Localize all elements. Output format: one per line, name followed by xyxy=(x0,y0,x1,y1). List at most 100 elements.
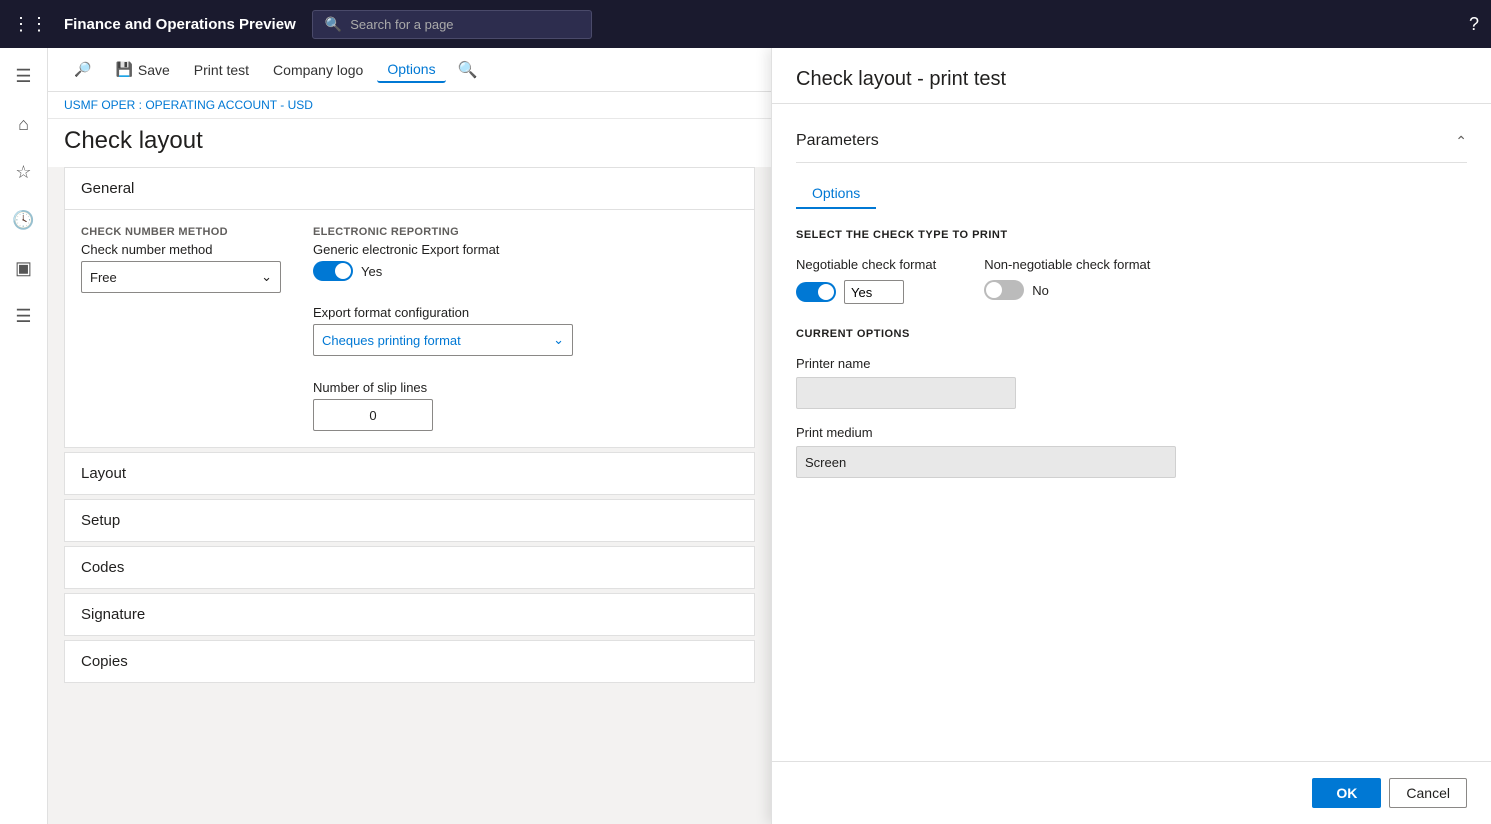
cancel-button[interactable]: Cancel xyxy=(1389,778,1467,808)
general-section-label: General xyxy=(81,180,134,197)
generic-export-label: Generic electronic Export format xyxy=(313,242,573,257)
negotiable-toggle[interactable] xyxy=(796,282,836,302)
generic-export-toggle-row: Yes xyxy=(313,261,573,281)
save-label: Save xyxy=(138,62,170,78)
print-medium-label: Print medium xyxy=(796,425,1467,440)
print-medium-value: Screen xyxy=(796,446,1176,478)
export-format-value: Cheques printing format xyxy=(322,333,461,348)
setup-section: Setup xyxy=(64,499,755,542)
generic-export-toggle[interactable] xyxy=(313,261,353,281)
signature-section-label: Signature xyxy=(81,606,145,623)
non-negotiable-toggle-row: No xyxy=(984,280,1150,300)
check-number-value: Free xyxy=(90,270,117,285)
signature-section-header[interactable]: Signature xyxy=(65,594,754,635)
printer-name-label: Printer name xyxy=(796,356,1467,371)
generic-export-toggle-label: Yes xyxy=(361,264,382,279)
filter-button[interactable]: 🔎 xyxy=(64,57,101,82)
dropdown-arrow-icon: ⌄ xyxy=(261,269,272,285)
check-number-method-label: CHECK NUMBER METHOD xyxy=(81,226,281,238)
non-negotiable-toggle-knob xyxy=(986,282,1002,298)
signature-section: Signature xyxy=(64,593,755,636)
breadcrumb: USMF OPER : OPERATING ACCOUNT - USD xyxy=(48,92,771,119)
negotiable-toggle-row xyxy=(796,280,936,304)
electronic-reporting-group: ELECTRONIC REPORTING Generic electronic … xyxy=(313,226,573,281)
page-title-area: Check layout xyxy=(48,119,771,167)
layout-section-label: Layout xyxy=(81,465,126,482)
negotiable-value-input[interactable] xyxy=(844,280,904,304)
company-logo-button[interactable]: Company logo xyxy=(263,58,373,82)
sidebar-recent-icon[interactable]: 🕓 xyxy=(4,200,44,240)
search-placeholder: Search for a page xyxy=(350,17,453,32)
select-check-type-title: SELECT THE CHECK TYPE TO PRINT xyxy=(796,229,1467,241)
sidebar-modules-icon[interactable]: ☰ xyxy=(4,296,44,336)
ok-button[interactable]: OK xyxy=(1312,778,1381,808)
panel-title: Check layout - print test xyxy=(796,68,1467,91)
filter-icon: 🔎 xyxy=(74,61,91,78)
codes-section-label: Codes xyxy=(81,559,124,576)
params-chevron-icon: ⌃ xyxy=(1455,133,1467,150)
general-section-header[interactable]: General xyxy=(65,168,754,209)
help-icon[interactable]: ? xyxy=(1469,14,1479,35)
printer-name-field: Printer name xyxy=(796,356,1467,409)
check-number-column: CHECK NUMBER METHOD Check number method … xyxy=(81,226,281,431)
negotiable-toggle-knob xyxy=(818,284,834,300)
check-type-row: Negotiable check format Non-negotiable c… xyxy=(796,257,1467,304)
options-button[interactable]: Options xyxy=(377,57,445,83)
toggle-knob xyxy=(335,263,351,279)
app-title: Finance and Operations Preview xyxy=(64,16,296,33)
codes-section: Codes xyxy=(64,546,755,589)
print-medium-field: Print medium Screen xyxy=(796,425,1467,478)
sidebar: ☰ ⌂ ☆ 🕓 ▣ ☰ xyxy=(0,48,48,824)
general-section: General CHECK NUMBER METHOD Check number… xyxy=(64,167,755,448)
options-label: Options xyxy=(387,61,435,77)
form-area[interactable]: General CHECK NUMBER METHOD Check number… xyxy=(48,167,771,824)
non-negotiable-col: Non-negotiable check format No xyxy=(984,257,1150,304)
negotiable-label: Negotiable check format xyxy=(796,257,936,272)
save-icon: 💾 xyxy=(115,61,132,78)
copies-section: Copies xyxy=(64,640,755,683)
top-bar: ⋮⋮ Finance and Operations Preview 🔍 Sear… xyxy=(0,0,1491,48)
print-test-button[interactable]: Print test xyxy=(184,58,259,82)
non-negotiable-toggle[interactable] xyxy=(984,280,1024,300)
setup-section-header[interactable]: Setup xyxy=(65,500,754,541)
page-title: Check layout xyxy=(64,127,755,155)
main-area: ☰ ⌂ ☆ 🕓 ▣ ☰ 🔎 💾 Save Print test Company … xyxy=(0,48,1491,824)
toolbar: 🔎 💾 Save Print test Company logo Options… xyxy=(48,48,771,92)
export-format-arrow-icon: ⌄ xyxy=(553,332,564,348)
copies-section-label: Copies xyxy=(81,653,128,670)
save-button[interactable]: 💾 Save xyxy=(105,57,179,82)
setup-section-label: Setup xyxy=(81,512,120,529)
params-header[interactable]: Parameters ⌃ xyxy=(796,120,1467,163)
sidebar-workspaces-icon[interactable]: ▣ xyxy=(4,248,44,288)
print-test-label: Print test xyxy=(194,62,249,78)
panel-header: Check layout - print test xyxy=(772,48,1491,104)
electronic-reporting-label: ELECTRONIC REPORTING xyxy=(313,226,573,238)
toolbar-search-icon[interactable]: 🔍 xyxy=(458,60,478,80)
non-negotiable-value: No xyxy=(1032,283,1049,298)
overlay-panel: Check layout - print test Parameters ⌃ O… xyxy=(771,48,1491,824)
grid-icon[interactable]: ⋮⋮ xyxy=(12,14,48,35)
export-format-select[interactable]: Cheques printing format ⌄ xyxy=(313,324,573,356)
electronic-reporting-column: ELECTRONIC REPORTING Generic electronic … xyxy=(313,226,573,431)
search-box[interactable]: 🔍 Search for a page xyxy=(312,10,592,39)
printer-name-value xyxy=(796,377,1016,409)
layout-section-header[interactable]: Layout xyxy=(65,453,754,494)
check-number-select[interactable]: Free ⌄ xyxy=(81,261,281,293)
slip-lines-group: Number of slip lines xyxy=(313,380,573,431)
current-options-title: CURRENT OPTIONS xyxy=(796,328,1467,340)
export-format-group: Export format configuration Cheques prin… xyxy=(313,305,573,356)
options-tab[interactable]: Options xyxy=(796,179,876,209)
copies-section-header[interactable]: Copies xyxy=(65,641,754,682)
options-tab-label: Options xyxy=(812,185,860,201)
check-number-method-group: CHECK NUMBER METHOD Check number method … xyxy=(81,226,281,293)
sidebar-menu-icon[interactable]: ☰ xyxy=(4,56,44,96)
sidebar-home-icon[interactable]: ⌂ xyxy=(4,104,44,144)
slip-lines-input[interactable] xyxy=(313,399,433,431)
print-medium-text: Screen xyxy=(805,455,846,470)
general-section-body: CHECK NUMBER METHOD Check number method … xyxy=(65,209,754,447)
codes-section-header[interactable]: Codes xyxy=(65,547,754,588)
search-icon: 🔍 xyxy=(325,16,342,33)
params-title: Parameters xyxy=(796,132,879,150)
negotiable-col: Negotiable check format xyxy=(796,257,936,304)
sidebar-favorites-icon[interactable]: ☆ xyxy=(4,152,44,192)
